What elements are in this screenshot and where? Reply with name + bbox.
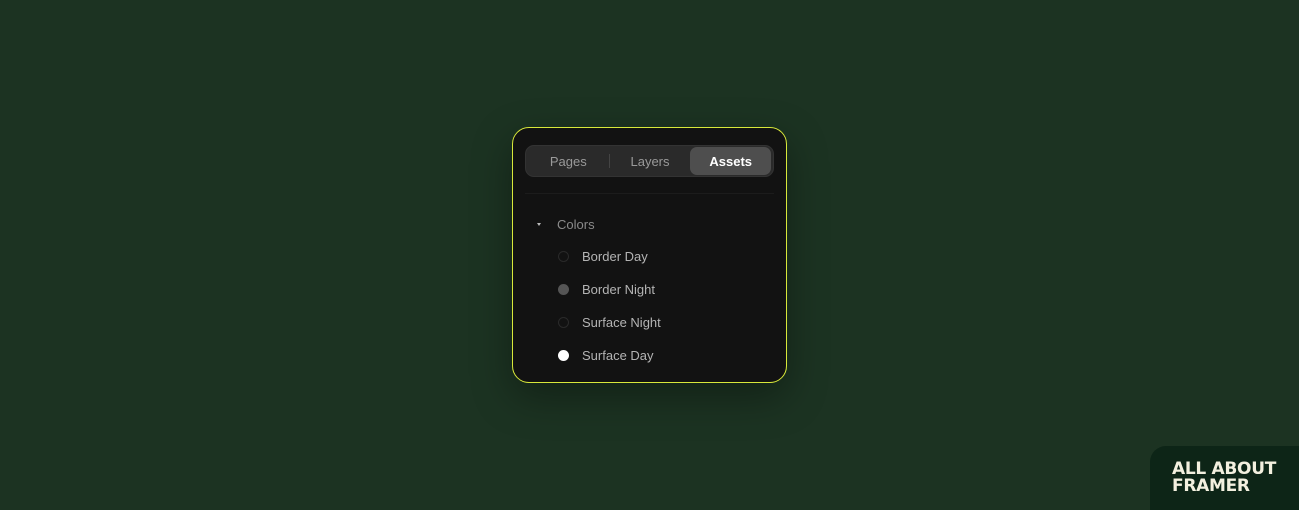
colors-group-header[interactable]: Colors [537,215,595,233]
tab-layers[interactable]: Layers [610,147,691,175]
color-item-label: Border Night [582,281,655,297]
color-swatch [558,349,569,361]
tab-assets[interactable]: Assets [690,147,772,175]
assets-panel: Pages Layers Assets Colors Border Day Bo… [512,127,787,383]
brand-line-2: FRAMER [1172,476,1250,496]
colors-group-label: Colors [557,216,595,232]
canvas-background: Pages Layers Assets Colors Border Day Bo… [0,0,1299,510]
color-swatch [558,283,569,295]
caret-down-icon[interactable] [537,222,541,226]
color-swatch [558,316,569,328]
panel-tab-bar: Pages Layers Assets [525,145,774,177]
color-item-label: Border Day [582,248,648,264]
color-swatch [558,250,569,262]
tab-pages[interactable]: Pages [528,147,609,175]
brand-badge[interactable]: ALL ABOUT FRAMER [1150,446,1299,510]
brand-logo-text: ALL ABOUT FRAMER [1172,461,1276,495]
color-item-label: Surface Day [582,347,654,363]
color-item-surface-day[interactable]: Surface Day [558,346,654,364]
panel-divider [525,193,774,194]
color-item-border-night[interactable]: Border Night [558,280,655,298]
color-item-label: Surface Night [582,314,661,330]
color-item-surface-night[interactable]: Surface Night [558,313,661,331]
color-item-border-day[interactable]: Border Day [558,247,648,265]
